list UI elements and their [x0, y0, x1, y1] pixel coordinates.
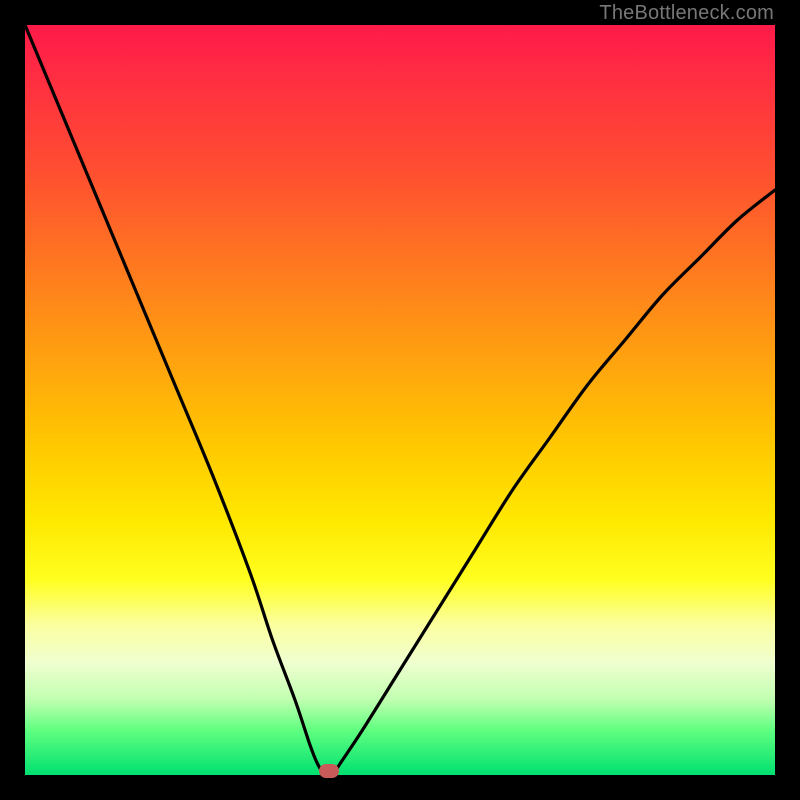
- plot-area: [25, 25, 775, 775]
- optimal-point-marker: [319, 764, 339, 778]
- chart-frame: TheBottleneck.com: [0, 0, 800, 800]
- bottleneck-curve: [25, 25, 775, 775]
- watermark-text: TheBottleneck.com: [599, 2, 774, 25]
